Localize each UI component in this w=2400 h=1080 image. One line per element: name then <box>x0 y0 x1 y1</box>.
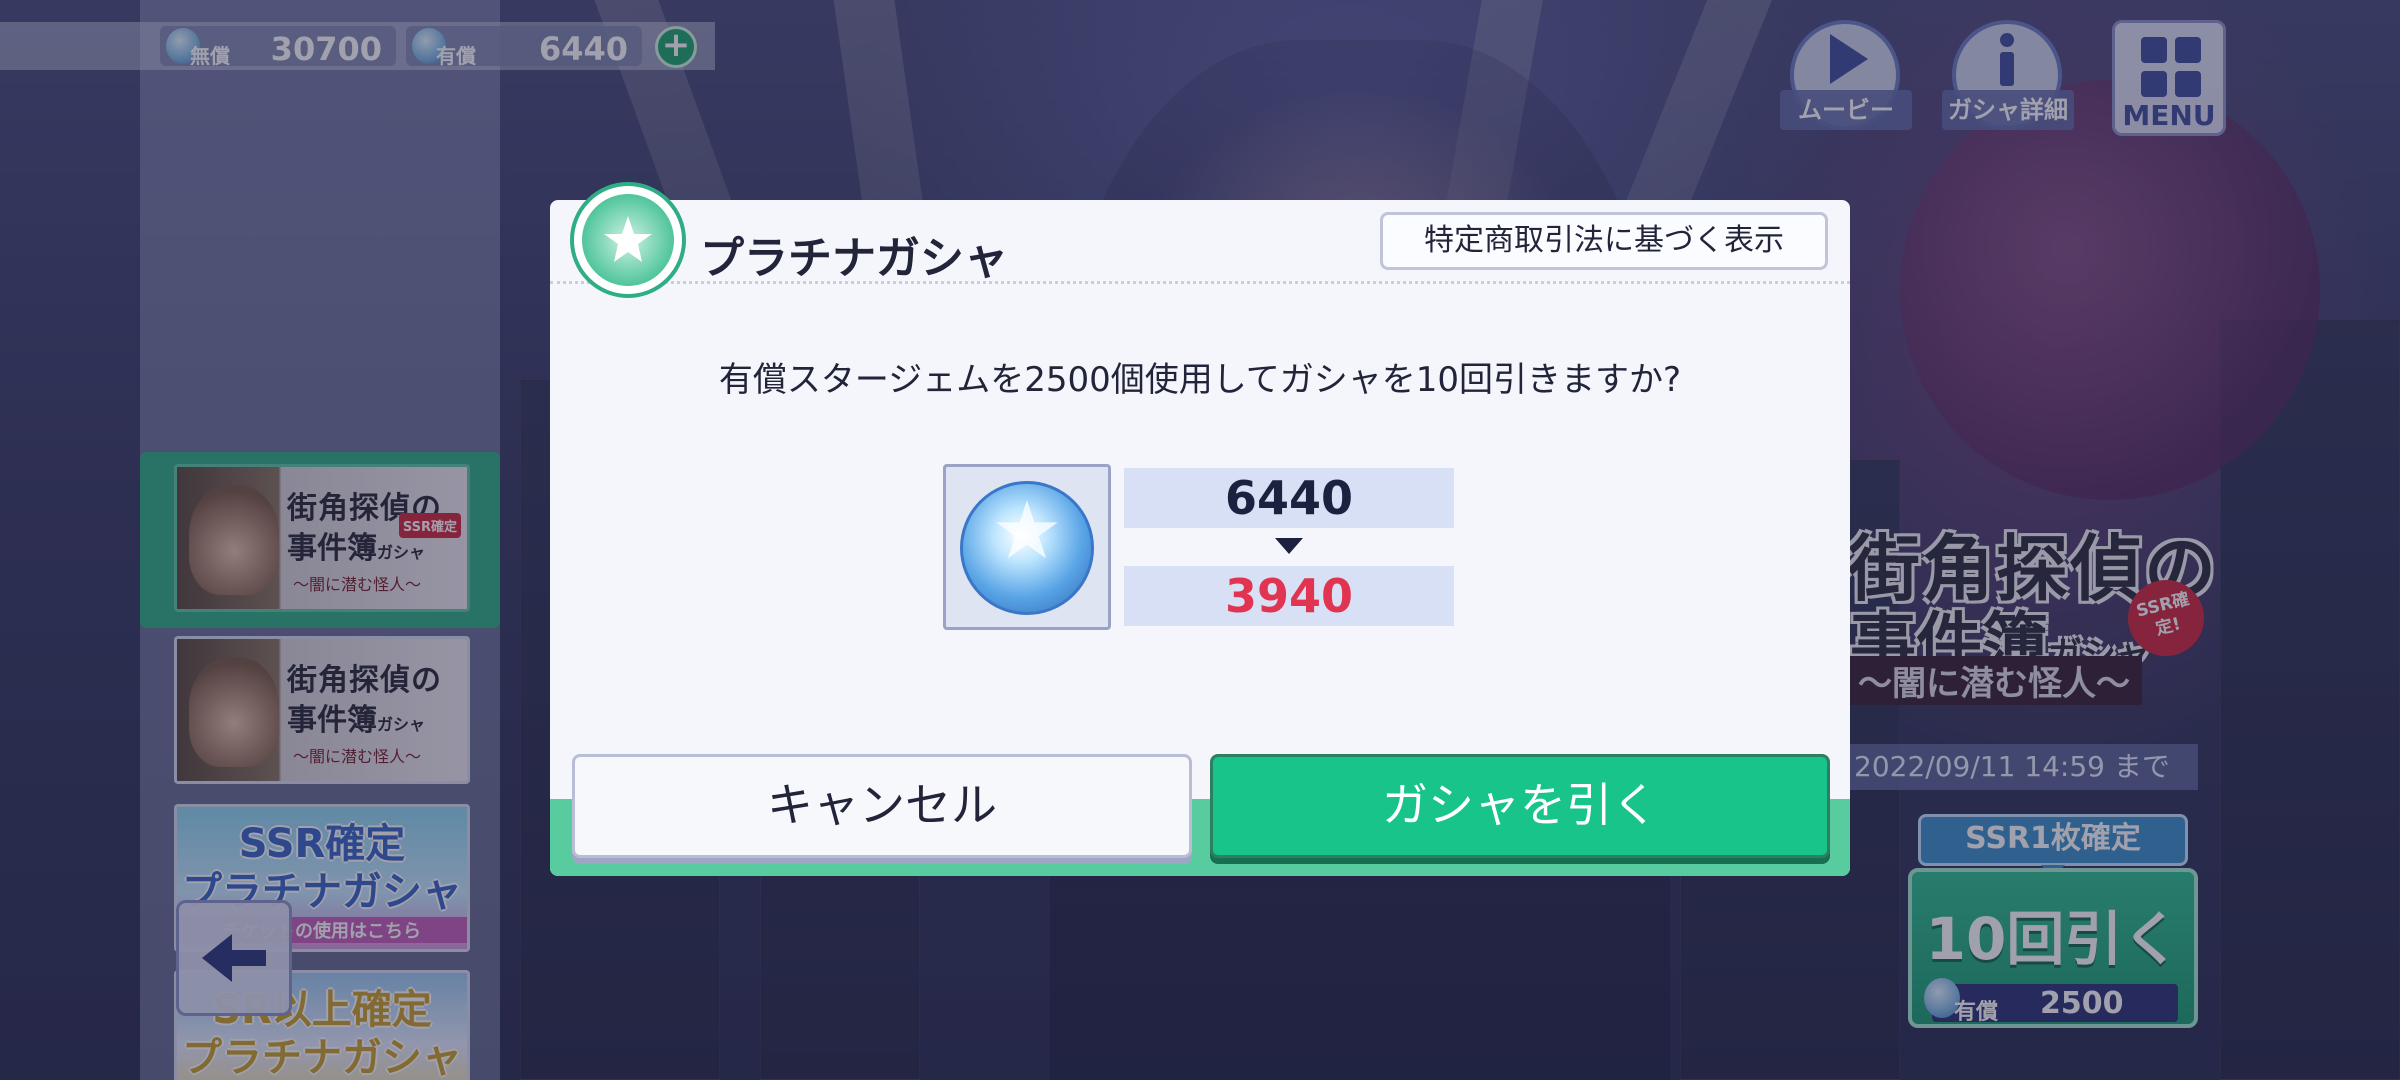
dialog-title: プラチナガシャ <box>700 233 1008 284</box>
gems-before: 6440 <box>1124 468 1454 528</box>
pull-gacha-button[interactable]: ガシャを引く <box>1210 754 1830 858</box>
commercial-law-button[interactable]: 特定商取引法に基づく表示 <box>1380 212 1828 270</box>
dialog-body: プラチナガシャ 特定商取引法に基づく表示 有償スタージェムを2500個使用してガ… <box>550 200 1850 876</box>
platinum-gacha-emblem-icon <box>570 182 686 298</box>
cancel-button[interactable]: キャンセル <box>572 754 1192 858</box>
confirm-question: 有償スタージェムを2500個使用してガシャを10回引きますか? <box>718 360 1682 400</box>
star-gem-icon: ★ <box>943 464 1111 630</box>
dialog-header: プラチナガシャ 特定商取引法に基づく表示 <box>550 200 1850 284</box>
confirm-gacha-dialog: プラチナガシャ 特定商取引法に基づく表示 有償スタージェムを2500個使用してガ… <box>550 182 1850 876</box>
gems-after: 3940 <box>1124 566 1454 626</box>
arrow-down-icon <box>1275 538 1303 554</box>
